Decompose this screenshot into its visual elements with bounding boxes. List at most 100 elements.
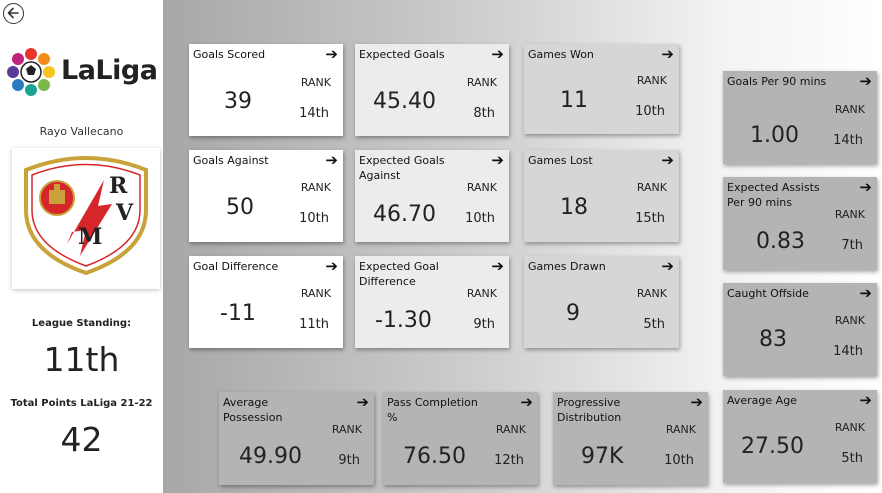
back-arrow-icon (7, 7, 19, 19)
card-title: Goals Against (193, 154, 269, 167)
rank-label: RANK (834, 103, 865, 116)
arrow-right-icon[interactable]: ➔ (859, 73, 872, 89)
arrow-right-icon[interactable]: ➔ (859, 179, 872, 195)
card-games-drawn[interactable]: Games Drawn ➔ RANK 9 5th (524, 256, 679, 348)
card-value: 76.50 (403, 444, 466, 469)
card-rank: 12th (494, 453, 524, 468)
svg-text:R: R (109, 173, 128, 199)
arrow-right-icon[interactable]: ➔ (859, 285, 872, 301)
card-progressive-distribution[interactable]: Progressive Distribution ➔ RANK 97K 10th (553, 392, 708, 485)
total-points-value: 42 (60, 420, 103, 459)
rank-label: RANK (466, 287, 497, 300)
card-rank: 14th (833, 344, 863, 359)
arrow-right-icon[interactable]: ➔ (325, 46, 338, 62)
arrow-right-icon[interactable]: ➔ (661, 152, 674, 168)
rank-label: RANK (300, 287, 331, 300)
arrow-right-icon[interactable]: ➔ (661, 258, 674, 274)
rank-label: RANK (466, 76, 497, 89)
card-title: Expected Goals (359, 48, 445, 61)
card-rank: 9th (473, 317, 495, 332)
card-rank: 15th (635, 211, 665, 226)
card-rank: 7th (841, 238, 863, 253)
card-average-possession[interactable]: Average Possession ➔ RANK 49.90 9th (219, 392, 374, 485)
card-rank: 11th (299, 317, 329, 332)
rank-label: RANK (300, 181, 331, 194)
card-title: Games Won (528, 48, 594, 61)
card-value: 39 (224, 89, 252, 114)
card-goals-against[interactable]: Goals Against ➔ RANK 50 10th (189, 150, 343, 242)
arrow-right-icon[interactable]: ➔ (325, 258, 338, 274)
rank-label: RANK (300, 76, 331, 89)
card-title: Games Drawn (528, 260, 606, 273)
card-rank: 10th (635, 104, 665, 119)
league-standing-value: 11th (43, 340, 120, 379)
card-value: 27.50 (741, 434, 804, 459)
arrow-right-icon[interactable]: ➔ (325, 152, 338, 168)
card-value: 49.90 (239, 444, 302, 469)
card-value: 9 (566, 301, 580, 326)
card-goal-difference[interactable]: Goal Difference ➔ RANK -11 11th (189, 256, 343, 348)
svg-text:V: V (115, 200, 134, 226)
rank-label: RANK (665, 423, 696, 436)
card-rank: 10th (664, 453, 694, 468)
rank-label: RANK (466, 181, 497, 194)
arrow-right-icon[interactable]: ➔ (491, 258, 504, 274)
card-value: 45.40 (373, 89, 436, 114)
card-rank: 5th (841, 451, 863, 466)
card-title: Expected Assists Per 90 mins (727, 181, 820, 209)
card-expected-goals-against[interactable]: Expected Goals Against ➔ RANK 46.70 10th (355, 150, 509, 242)
card-title: Average Age (727, 394, 797, 407)
league-standing-label: League Standing: (31, 318, 132, 329)
card-caught-offside[interactable]: Caught Offside ➔ RANK 83 14th (723, 283, 877, 376)
rank-label: RANK (636, 74, 667, 87)
card-rank: 14th (299, 106, 329, 121)
card-value: 97K (581, 444, 624, 469)
laliga-logo: LaLiga (6, 47, 158, 99)
rank-label: RANK (834, 314, 865, 327)
rank-label: RANK (636, 181, 667, 194)
rank-label: RANK (495, 423, 526, 436)
arrow-right-icon[interactable]: ➔ (690, 394, 703, 410)
card-title: Progressive Distribution (557, 396, 622, 424)
card-title: Expected Goals Against (359, 154, 445, 182)
card-expected-goal-difference[interactable]: Expected Goal Difference ➔ RANK -1.30 9t… (355, 256, 509, 348)
sidebar: LaLiga Rayo Vallecano R V M League Stand… (0, 0, 163, 493)
arrow-right-icon[interactable]: ➔ (859, 392, 872, 408)
card-value: 83 (759, 327, 787, 352)
team-name: Rayo Vallecano (39, 125, 124, 138)
card-value: -1.30 (375, 308, 432, 333)
card-expected-assists-per-90[interactable]: Expected Assists Per 90 mins ➔ RANK 0.83… (723, 177, 877, 270)
card-average-age[interactable]: Average Age ➔ RANK 27.50 5th (723, 390, 877, 483)
card-goals-per-90[interactable]: Goals Per 90 mins ➔ RANK 1.00 14th (723, 71, 877, 164)
team-crest-card: R V M (12, 148, 160, 289)
total-points-label: Total Points LaLiga 21-22 (10, 398, 153, 409)
card-rank: 14th (833, 133, 863, 148)
card-rank: 10th (465, 211, 495, 226)
card-title: Average Possession (223, 396, 283, 424)
card-goals-scored[interactable]: Goals Scored ➔ RANK 39 14th (189, 44, 343, 136)
card-rank: 5th (643, 317, 665, 332)
card-title: Goal Difference (193, 260, 279, 273)
arrow-right-icon[interactable]: ➔ (356, 394, 369, 410)
card-expected-goals[interactable]: Expected Goals ➔ RANK 45.40 8th (355, 44, 509, 136)
card-title: Caught Offside (727, 287, 809, 300)
back-button[interactable] (3, 3, 24, 24)
card-games-won[interactable]: Games Won ➔ RANK 11 10th (524, 44, 679, 134)
card-value: 50 (226, 195, 254, 220)
arrow-right-icon[interactable]: ➔ (520, 394, 533, 410)
card-value: -11 (220, 301, 256, 326)
card-value: 46.70 (373, 202, 436, 227)
laliga-logo-icon (7, 48, 55, 96)
arrow-right-icon[interactable]: ➔ (491, 152, 504, 168)
card-rank: 8th (473, 106, 495, 121)
card-title: Goals Per 90 mins (727, 75, 827, 88)
card-value: 0.83 (756, 229, 805, 254)
card-value: 1.00 (750, 123, 799, 148)
arrow-right-icon[interactable]: ➔ (661, 46, 674, 62)
card-title: Games Lost (528, 154, 593, 167)
card-pass-completion[interactable]: Pass Completion % ➔ RANK 76.50 12th (383, 392, 538, 485)
arrow-right-icon[interactable]: ➔ (491, 46, 504, 62)
rank-label: RANK (331, 423, 362, 436)
card-games-lost[interactable]: Games Lost ➔ RANK 18 15th (524, 150, 679, 242)
card-rank: 9th (338, 453, 360, 468)
